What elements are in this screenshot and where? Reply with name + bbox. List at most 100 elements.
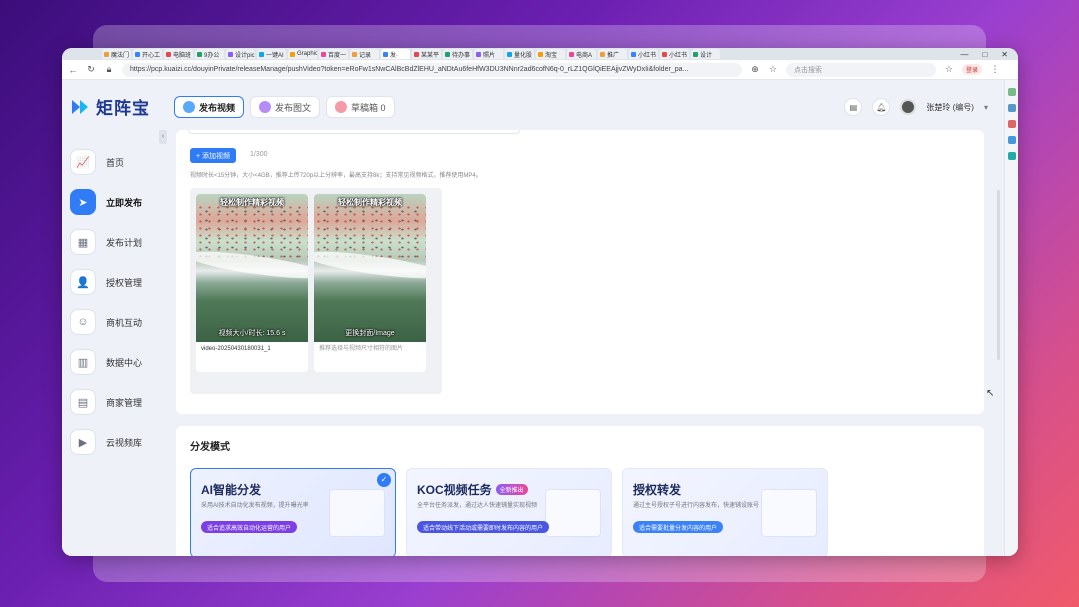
bell-icon[interactable]: 🔔︎ [872,98,891,116]
sidebar-item[interactable]: ▤ 商家管理 [70,382,166,422]
video-thumbnail[interactable]: 轻松制作精彩视频 视频大小/时长: 15.6 s [196,194,308,342]
browser-tab-label: 发· [390,52,398,59]
extension-icon[interactable] [1007,136,1016,144]
minimize-icon[interactable]: — [960,50,968,59]
browser-search-input[interactable]: 点击搜索 [786,62,936,77]
browser-tab-label: 百度一 [328,52,347,59]
add-video-button[interactable]: + 添加视频 [190,148,237,163]
tab-favicon-icon [414,51,419,57]
browser-tab[interactable]: 照片 [474,49,503,59]
maximize-icon[interactable]: □ [982,50,987,59]
mode-title: 授权转发 [633,481,681,498]
tab-favicon-icon [600,51,605,57]
bar-chart-icon: ▥ [70,349,96,375]
browser-side-panel [1004,80,1018,556]
zoom-icon[interactable]: ⊕ [750,64,760,75]
sidebar-item-label: 数据中心 [106,357,143,368]
video-caption-top: 轻松制作精彩视频 [220,198,284,207]
publish-tab-label: 发布图文 [275,102,312,113]
sidebar-item[interactable]: ➤ 立即发布 [70,182,166,222]
extension-icon[interactable] [1007,120,1016,128]
close-icon[interactable]: ✕ [1001,50,1008,59]
star-icon[interactable]: ☆ [768,64,778,75]
browser-tab[interactable]: 发· [381,49,410,59]
video-thumbnail[interactable]: 轻松制作精彩视频 更换封面/Image [314,194,426,342]
tab-favicon-icon [228,51,233,57]
sidebar-item[interactable]: 📈 首页 [70,142,166,182]
bookmark-icon[interactable]: ☆ [944,64,954,75]
sidebar-item-label: 发布计划 [106,237,143,248]
browser-tab[interactable]: 9办公 [195,49,224,59]
sidebar-item[interactable]: ▦ 发布计划 [70,222,166,262]
browser-tab[interactable]: 待办事 [443,49,472,59]
publish-tab[interactable]: 草稿箱 0 [326,96,395,118]
browser-tab-label: 小红书 [669,52,688,59]
browser-tab[interactable]: 电商A [567,49,596,59]
mode-title-text: 授权转发 [633,483,682,497]
mode-title-text: KOC视频任务 [417,483,492,497]
browser-tab[interactable]: 淘宝 [536,49,565,59]
tab-favicon-icon [662,51,667,57]
back-icon[interactable]: ← [68,65,78,75]
new-badge: 全新推出 [495,484,528,495]
tab-favicon-icon [135,51,140,57]
browser-tab[interactable]: 电脑班 [164,49,193,59]
distribution-mode-card[interactable]: AI智能分发 采用AI技术自动化发布视频，提升曝光率 适合追求高效自动化运营的用户 ✓ [190,468,396,556]
reload-icon[interactable]: ↻ [86,64,96,75]
sidebar-item[interactable]: ▶ 云视频库 [70,422,166,462]
publish-tab[interactable]: 发布视频 [174,96,245,118]
top-right-actions: ▤ 🔔︎ 张楚玲 (编号) ▾ [844,98,988,116]
browser-tab[interactable]: 设计pic [226,49,255,59]
browser-tab[interactable]: 开心工 [133,49,162,59]
publish-tab[interactable]: 发布图文 [250,96,321,118]
mode-illustration [329,489,385,537]
sidebar-item[interactable]: ☺ 商机互动 [70,302,166,342]
search-icon[interactable] [1007,88,1016,96]
sidebar-item[interactable]: 👤 授权管理 [70,262,166,302]
book-icon[interactable]: ▤ [844,98,863,116]
menu-icon[interactable]: ⋮ [990,64,1000,75]
upload-hint: 视频时长<15分钟，大小<4GB，推荐上传720p以上分辨率，最高支持8k；支持… [190,173,482,179]
browser-tab-label: 一键AI [266,52,284,59]
distribution-mode-card[interactable]: KOC视频任务 全新推出 全平台任务派发，通过达人快速铺量实现视频 适合带动线下活动或… [406,468,612,556]
publish-tab-label: 草稿箱 0 [351,102,386,113]
top-bar: 发布视频 发布图文 草稿箱 0 ▤ 🔔︎ 张楚玲 (编号) ▾ [174,96,988,118]
video-caption-bottom: 更换封面/Image [345,330,395,337]
upload-panel: + 添加视频 1/300 视频时长<15分钟，大小<4GB，推荐上传720p以上… [176,130,984,414]
publish-tabs: 发布视频 发布图文 草稿箱 0 [174,96,395,118]
sidebar-item-label: 立即发布 [106,197,143,208]
video-card[interactable]: 轻松制作精彩视频 更换封面/Image 推荐选择与视频尺寸相符的图片 [314,194,426,372]
check-icon: ✓ [377,473,391,487]
distribution-mode-card[interactable]: 授权转发 通过主号授权子号进行内容发布，快速铺设账号 适合需要批量分发内容的用户 [622,468,828,556]
browser-tab-label: 电脑班 [173,52,192,59]
video-counter: 1/300 [250,151,268,158]
browser-tab[interactable]: 魔法门 [102,49,131,59]
scrollbar[interactable] [997,190,1000,360]
tab-favicon-icon [631,51,636,57]
browser-tab[interactable]: 一键AI [257,49,286,59]
avatar[interactable] [900,99,917,115]
login-button[interactable]: 登录 [962,64,983,75]
extension-icon[interactable] [1007,152,1016,160]
browser-tab[interactable]: 小红书 [629,49,658,59]
shop-icon: ▤ [70,389,96,415]
extension-icon[interactable] [1007,104,1016,112]
sidebar-item[interactable]: ▥ 数据中心 [70,342,166,382]
browser-tab[interactable]: Graphic [288,49,317,59]
logo: 矩阵宝 [72,94,150,119]
video-caption-top: 轻松制作精彩视频 [338,198,402,207]
mode-description: 采用AI技术自动化发布视频，提升曝光率 [201,503,309,509]
tab-favicon-icon [476,51,481,57]
video-card[interactable]: 轻松制作精彩视频 视频大小/时长: 15.6 s video-20250430180… [196,194,308,372]
browser-tab[interactable]: 量化股 [505,49,534,59]
browser-tab[interactable]: 推广 [598,49,627,59]
distribution-title: 分发模式 [190,442,230,453]
username[interactable]: 张楚玲 (编号) [926,102,974,113]
chevron-down-icon[interactable]: ▾ [984,103,988,112]
browser-tab[interactable]: 百度一 [319,49,348,59]
browser-tab[interactable]: 某某平 [412,49,441,59]
url-field[interactable]: https://pcp.kuaizi.cc/douyinPrivate/rele… [122,62,742,77]
browser-tab[interactable]: 设计 [691,49,720,59]
browser-tab[interactable]: 记录 [350,49,379,59]
browser-tab[interactable]: 小红书 [660,49,689,59]
